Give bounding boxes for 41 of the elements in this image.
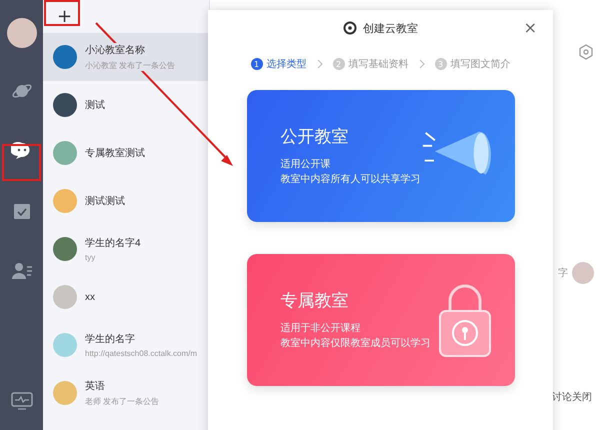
- card-description: 教室中内容仅限教室成员可以学习: [280, 336, 430, 350]
- conversation-name: 专属教室测试: [85, 146, 145, 160]
- conversation-item[interactable]: 小沁教室名称 小沁教室 发布了一条公告: [43, 33, 209, 81]
- chevron-icon: [418, 59, 424, 69]
- conversation-name: 学生的名字4: [85, 236, 141, 250]
- logo-icon: [343, 21, 357, 35]
- calendar-check-icon[interactable]: [12, 201, 32, 221]
- card-description: 适用于非公开课程: [280, 322, 362, 336]
- card-description: 适用公开课: [280, 158, 332, 172]
- step-label: 填写图文简介: [450, 58, 510, 71]
- conversation-name: 小沁教室名称: [85, 43, 145, 57]
- contacts-icon[interactable]: [10, 261, 32, 281]
- conversation-name: 测试测试: [85, 194, 125, 208]
- conversation-name: 英语: [85, 379, 105, 393]
- card-title: 专属教室: [280, 290, 350, 312]
- conversation-name: 学生的名字: [85, 332, 135, 346]
- user-avatar[interactable]: [6, 18, 36, 48]
- card-description: 教室中内容所有人可以共享学习: [280, 172, 420, 186]
- monitor-icon[interactable]: [10, 392, 32, 410]
- conversation-preview: http://qatestsch08.cctalk.com/m: [85, 349, 198, 358]
- dialog-title: 创建云教室: [363, 20, 418, 36]
- classroom-type-card[interactable]: 公开教室 适用公开课 教室中内容所有人可以共享学习: [246, 90, 514, 222]
- step-label: 填写基础资料: [348, 58, 408, 71]
- step-number: 1: [250, 58, 262, 70]
- avatar-icon: [572, 262, 594, 284]
- highlight-frame: [2, 144, 41, 181]
- step-label: 选择类型: [266, 58, 306, 71]
- discussion-status: 讨论关闭: [552, 390, 592, 404]
- conversation-preview: 小沁教室 发布了一条公告: [85, 60, 176, 71]
- conversation-name: 测试: [85, 98, 105, 112]
- conversation-preview: 老师 发布了一条公告: [85, 396, 160, 407]
- conversation-preview: tyy: [85, 253, 96, 262]
- close-button[interactable]: ×: [520, 18, 541, 37]
- highlight-frame: [44, 0, 80, 26]
- chat-icon[interactable]: [10, 140, 32, 162]
- card-title: 公开教室: [280, 126, 350, 148]
- add-button[interactable]: +: [49, 6, 80, 27]
- chevron-icon: [316, 59, 322, 69]
- conversation-name: xx: [85, 292, 95, 302]
- sender-name: 字: [558, 266, 568, 280]
- settings-icon[interactable]: [578, 44, 594, 60]
